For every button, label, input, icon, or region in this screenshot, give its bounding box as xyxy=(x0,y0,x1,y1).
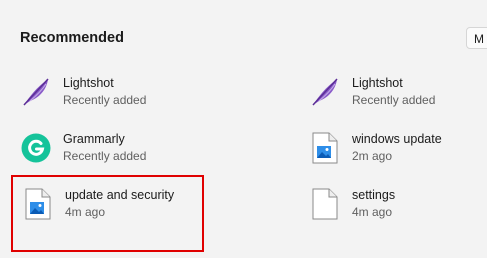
item-name: Lightshot xyxy=(352,76,403,90)
recommended-item-lightshot-right[interactable]: Lightshot Recently added xyxy=(305,68,487,116)
item-subtitle: 4m ago xyxy=(352,205,393,219)
item-subtitle: 4m ago xyxy=(65,205,106,219)
feather-icon xyxy=(20,76,52,108)
item-subtitle: 2m ago xyxy=(352,149,393,163)
item-subtitle: Recently added xyxy=(63,93,147,107)
item-name: Lightshot xyxy=(63,76,114,90)
more-button[interactable]: M xyxy=(466,27,487,49)
recommended-item-lightshot-left[interactable]: Lightshot Recently added xyxy=(16,68,206,116)
recommended-item-update-and-security[interactable]: update and security 4m ago xyxy=(18,180,208,228)
item-name: Grammarly xyxy=(63,132,125,146)
recommended-item-windows-update[interactable]: windows update 2m ago xyxy=(305,124,487,172)
feather-icon xyxy=(309,76,341,108)
image-file-icon xyxy=(22,188,54,220)
grammarly-icon xyxy=(20,132,52,164)
recommended-item-grammarly[interactable]: Grammarly Recently added xyxy=(16,124,206,172)
item-subtitle: Recently added xyxy=(63,149,147,163)
blank-file-icon xyxy=(309,188,341,220)
image-file-icon xyxy=(309,132,341,164)
recommended-title: Recommended xyxy=(20,30,124,46)
recommended-item-settings[interactable]: settings 4m ago xyxy=(305,180,487,228)
item-name: settings xyxy=(352,188,396,202)
item-name: windows update xyxy=(352,132,442,146)
item-subtitle: Recently added xyxy=(352,93,436,107)
item-name: update and security xyxy=(65,188,175,202)
